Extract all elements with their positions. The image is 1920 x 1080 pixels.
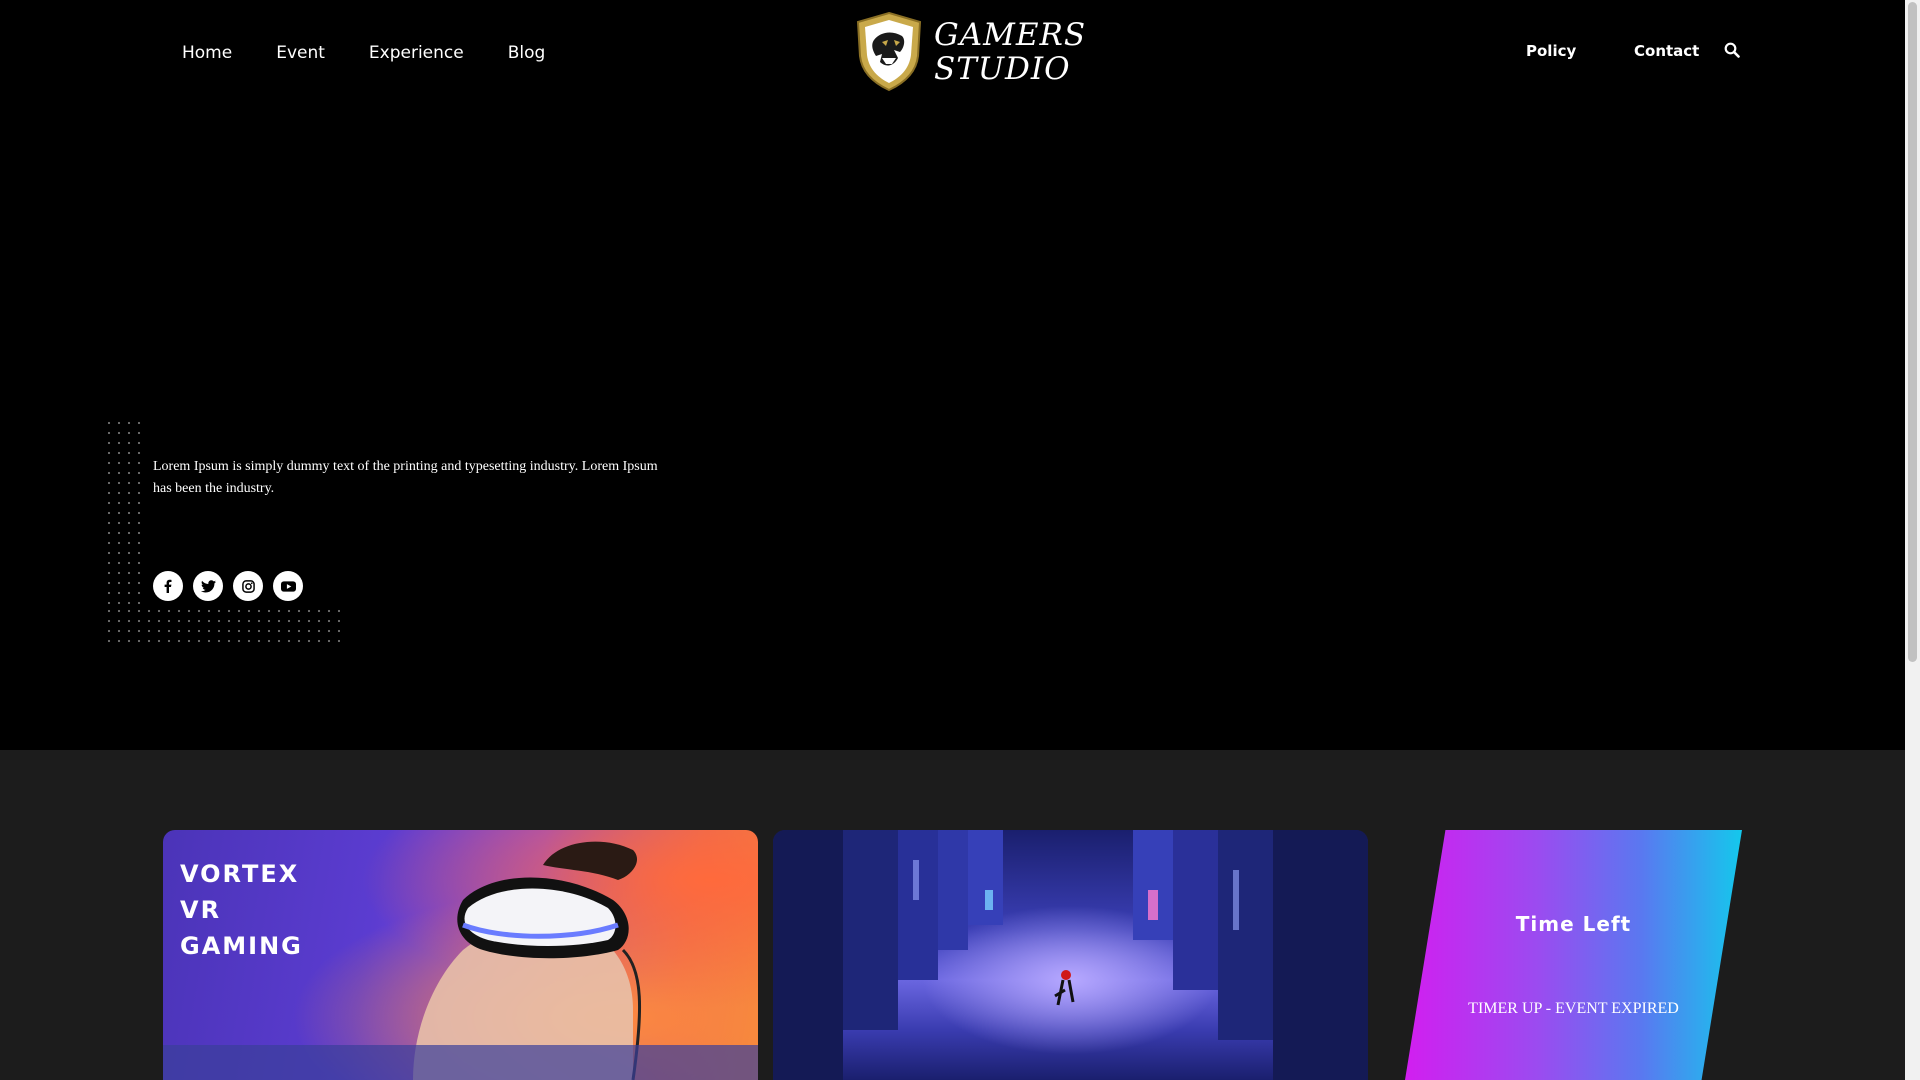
search-button[interactable] bbox=[1724, 42, 1744, 62]
social-links bbox=[153, 571, 303, 601]
page-scrollbar[interactable] bbox=[1905, 0, 1920, 1080]
site-header: Home Event Experience Blog GAMERS STUDIO… bbox=[0, 0, 1905, 108]
dot-pattern-vertical bbox=[104, 418, 144, 608]
facebook-button[interactable] bbox=[153, 571, 183, 601]
inverted-city-image bbox=[773, 830, 1368, 1080]
instagram-icon bbox=[241, 579, 255, 593]
hero-description: Lorem Ipsum is simply dummy text of the … bbox=[153, 459, 658, 496]
twitter-button[interactable] bbox=[193, 571, 223, 601]
scrollbar-thumb[interactable] bbox=[1908, 2, 1917, 662]
youtube-icon bbox=[280, 580, 296, 592]
timer-status: TIMER UP - EVENT EXPIRED bbox=[1468, 1000, 1679, 1017]
nav-policy-link[interactable]: Policy bbox=[1526, 42, 1576, 60]
vr-card-title: VORTEX VR GAMING bbox=[180, 860, 303, 960]
instagram-button[interactable] bbox=[233, 571, 263, 601]
facebook-icon bbox=[164, 579, 172, 593]
timer-title: Time Left bbox=[1515, 912, 1632, 936]
secondary-nav: Policy Contact bbox=[0, 42, 1905, 68]
twitter-icon bbox=[200, 579, 216, 592]
countdown-timer-card: Time Left TIMER UP - EVENT EXPIRED bbox=[1405, 830, 1742, 1080]
dot-pattern-horizontal bbox=[104, 606, 340, 644]
vr-gaming-card[interactable]: VORTEX VR GAMING bbox=[163, 830, 758, 1080]
hero-section bbox=[0, 108, 1905, 750]
timer-background-shape bbox=[1405, 830, 1742, 1080]
nav-contact-link[interactable]: Contact bbox=[1634, 42, 1699, 60]
search-icon bbox=[1724, 42, 1740, 58]
city-event-card[interactable] bbox=[773, 830, 1368, 1080]
youtube-button[interactable] bbox=[273, 571, 303, 601]
